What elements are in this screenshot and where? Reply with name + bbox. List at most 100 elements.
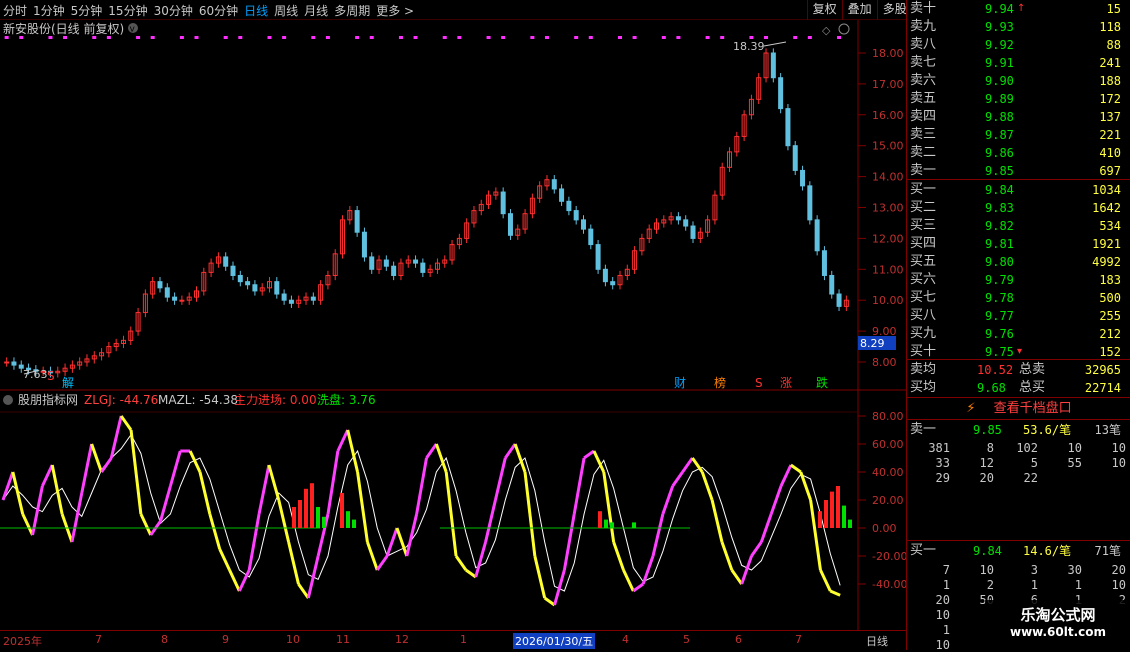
order-level[interactable]: 买三 9.82 534 bbox=[907, 217, 1130, 235]
zlgj-segment bbox=[493, 457, 507, 501]
zlgj-segment bbox=[198, 471, 212, 515]
order-level[interactable]: 卖十 9.94 15 ↑ bbox=[907, 0, 1130, 18]
signal-dot bbox=[179, 36, 184, 39]
candle-body bbox=[11, 361, 17, 366]
tab-10[interactable]: 更多 > bbox=[373, 1, 417, 21]
chart-title: 新安股份(日线 前复权) bbox=[3, 21, 124, 36]
candle-body bbox=[566, 200, 572, 212]
queue-cell: 2 bbox=[986, 578, 994, 592]
tab-8[interactable]: 月线 bbox=[301, 1, 331, 21]
signal-dot bbox=[282, 36, 287, 39]
zlgj-segment bbox=[277, 499, 291, 543]
queue-cell: 10 bbox=[1111, 441, 1126, 455]
zlgj-segment bbox=[651, 513, 665, 557]
candle-body bbox=[610, 281, 616, 286]
order-level[interactable]: 卖三 9.87 221 bbox=[907, 126, 1130, 144]
arrow-icon: ↑ bbox=[1017, 3, 1026, 14]
queue-cell: 10 bbox=[1067, 441, 1082, 455]
order-level[interactable]: 买九 9.76 212 bbox=[907, 325, 1130, 343]
signal-bar bbox=[352, 519, 356, 528]
candle-body bbox=[580, 219, 586, 230]
tab-4[interactable]: 30分钟 bbox=[151, 1, 196, 21]
candle-body bbox=[281, 293, 287, 301]
tab-6[interactable]: 日线 bbox=[241, 1, 271, 21]
indicator-axis: 80.00 60.00 40.00 20.00 0.00 -20.00 -40.00 bbox=[858, 410, 906, 591]
buy1-header: 买一 9.84 14.6/笔 71笔 bbox=[910, 543, 1121, 558]
order-level[interactable]: 卖五 9.89 172 bbox=[907, 90, 1130, 108]
signal-dot bbox=[574, 36, 579, 39]
tab-0[interactable]: 分时 bbox=[0, 1, 30, 21]
zlgj-segment bbox=[109, 415, 123, 459]
tool-button-1[interactable]: 叠加 bbox=[841, 0, 877, 20]
order-level[interactable]: 买八 9.77 255 bbox=[907, 307, 1130, 325]
signal-dot bbox=[150, 36, 155, 39]
tab-7[interactable]: 周线 bbox=[271, 1, 301, 21]
zlgj-segment bbox=[129, 429, 143, 515]
date-tick: 9 bbox=[222, 633, 229, 646]
order-level[interactable]: 卖八 9.92 88 bbox=[907, 36, 1130, 54]
diamond-icon[interactable]: ◇ bbox=[822, 24, 831, 37]
kline-chart-area[interactable]: 新安股份(日线 前复权) v ◇ 18.00 17.00 16.00 15.00 14.… bbox=[0, 20, 906, 630]
total-sell: 32965 bbox=[1084, 363, 1121, 377]
candle-body bbox=[836, 293, 842, 307]
date-axis: 2025年 7 8 9 10 11 12 1 2026/01/30/五 4 5 … bbox=[0, 630, 906, 650]
tab-3[interactable]: 15分钟 bbox=[105, 1, 150, 21]
candle-body bbox=[792, 145, 798, 171]
order-level[interactable]: 卖二 9.86 410 bbox=[907, 144, 1130, 162]
signal-dot bbox=[442, 36, 447, 39]
zlgj-segment bbox=[700, 471, 714, 501]
candle-body bbox=[164, 287, 170, 298]
signal-dot bbox=[413, 36, 418, 39]
signal-dot bbox=[486, 36, 491, 39]
order-level[interactable]: 卖六 9.90 188 bbox=[907, 72, 1130, 90]
order-level[interactable]: 买二 9.83 1642 bbox=[907, 199, 1130, 217]
date-tick: 10 bbox=[286, 633, 300, 646]
tool-button-0[interactable]: 复权 bbox=[806, 0, 842, 20]
candle-body bbox=[354, 210, 360, 233]
zljc-value: 主力进场: 0.00 bbox=[234, 393, 317, 407]
mazl-value: MAZL: -54.38 bbox=[158, 393, 238, 407]
candle-body bbox=[223, 256, 229, 267]
event-marker: 涨 bbox=[780, 375, 792, 390]
order-level[interactable]: 买六 9.79 183 bbox=[907, 271, 1130, 289]
candle-body bbox=[829, 274, 835, 295]
tab-1[interactable]: 1分钟 bbox=[30, 1, 68, 21]
signal-bar bbox=[598, 511, 602, 528]
tab-5[interactable]: 60分钟 bbox=[196, 1, 241, 21]
signal-bar bbox=[346, 511, 350, 528]
queue-cell: 3 bbox=[1030, 563, 1038, 577]
candle-body bbox=[288, 299, 294, 304]
queue-cell: 10 bbox=[935, 608, 950, 622]
candle-body bbox=[4, 361, 10, 364]
signal-dot bbox=[48, 36, 53, 39]
candle-body bbox=[310, 296, 316, 301]
queue-cell: 381 bbox=[928, 441, 950, 455]
indicator-tick: -20.00 bbox=[872, 550, 906, 563]
signal-dot bbox=[457, 36, 462, 39]
order-level[interactable]: 卖九 9.93 118 bbox=[907, 18, 1130, 36]
order-level[interactable]: 卖四 9.88 137 bbox=[907, 108, 1130, 126]
signal-dot bbox=[705, 36, 710, 39]
chevron-down-icon: v bbox=[130, 25, 136, 35]
order-level[interactable]: 卖一 9.85 697 bbox=[907, 162, 1130, 180]
order-level[interactable]: 买四 9.81 1921 bbox=[907, 235, 1130, 253]
order-level[interactable]: 买七 9.78 500 bbox=[907, 289, 1130, 307]
zlgj-segment bbox=[425, 443, 438, 459]
signal-bar bbox=[848, 519, 852, 528]
price-tick: 10.00 bbox=[872, 294, 904, 307]
order-level[interactable]: 买一 9.84 1034 bbox=[907, 181, 1130, 199]
price-tick: 15.00 bbox=[872, 140, 904, 153]
indicator-options-icon[interactable] bbox=[3, 395, 13, 405]
order-level[interactable]: 买五 9.80 4992 bbox=[907, 253, 1130, 271]
tab-2[interactable]: 5分钟 bbox=[68, 1, 106, 21]
zlgj-segment bbox=[100, 457, 113, 473]
zlgj-segment bbox=[287, 541, 300, 585]
signal-dot bbox=[19, 36, 24, 39]
chart-toggle-icon[interactable] bbox=[838, 23, 850, 35]
tab-9[interactable]: 多周期 bbox=[331, 1, 373, 21]
date-tick: 1 bbox=[460, 633, 467, 646]
depth-button[interactable]: ⚡ 查看千档盘口 bbox=[907, 399, 1130, 419]
low-price-label: 7.63 bbox=[23, 368, 48, 381]
order-level[interactable]: 卖七 9.91 241 bbox=[907, 54, 1130, 72]
zlgj-segment bbox=[681, 457, 694, 473]
